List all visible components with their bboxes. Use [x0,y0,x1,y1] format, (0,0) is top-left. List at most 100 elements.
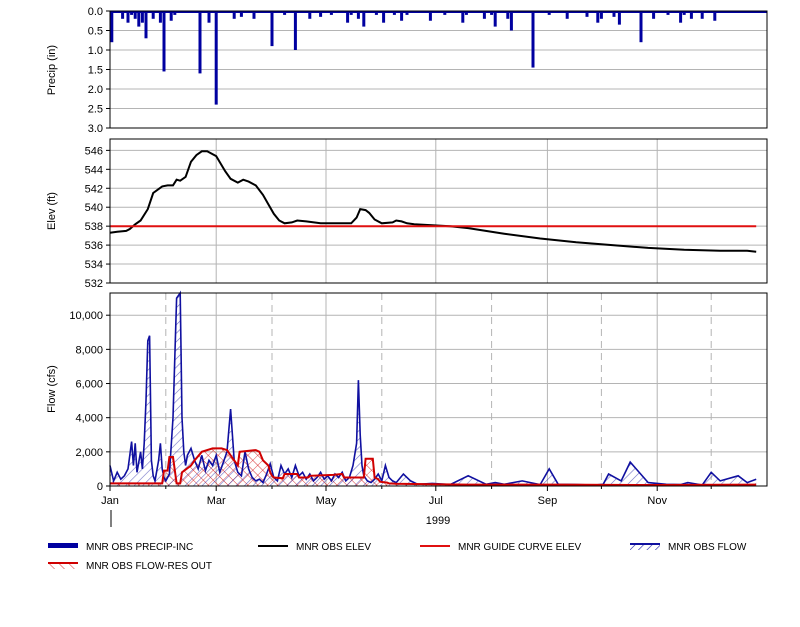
precip-bar [482,11,486,19]
precip-bar [599,11,603,19]
flow-tick-label: 2,000 [75,447,103,459]
elev-tick-label: 532 [85,278,103,290]
elev-tick-label: 534 [85,259,103,271]
elev-tick-label: 544 [85,164,103,176]
precip-bar [612,11,616,17]
precip-bar [356,11,360,19]
elev-gridlines [110,139,767,283]
elev-y-axis-label: Elev (ft) [46,192,58,230]
precip-bar [531,11,535,68]
elev-tick-label: 540 [85,202,103,214]
precip-bar [133,11,137,19]
precip-bar [565,11,569,19]
precip-tick-label: 0.5 [88,26,103,38]
precip-bar [270,11,274,47]
elev-yticks: 532 534 536 538 540 542 544 546 [85,145,110,290]
flow-yticks: 0 2,000 4,000 6,000 8,000 10,000 [69,310,110,493]
flow-tick-label: 8,000 [75,344,103,356]
precip-bar [400,11,404,21]
flow-xtick-label: Mar [207,495,226,507]
precip-tick-label: 2.0 [88,84,103,96]
precip-bar [682,11,686,15]
flow-series [109,290,757,487]
precip-bar [652,11,656,19]
precip-bar [126,11,130,23]
legend-label: MNR OBS PRECIP-INC [86,542,193,553]
precip-bar [585,11,589,17]
legend-label: MNR OBS FLOW-RES OUT [86,561,212,572]
precip-bar [207,11,211,23]
precip-bar [130,11,134,15]
flow-xtick-label: Sep [538,495,558,507]
flow-xtick-label: May [316,495,337,507]
elev-tick-label: 536 [85,240,103,252]
precip-tick-label: 2.5 [88,104,103,116]
precip-bar [151,11,155,19]
precip-bar [617,11,621,25]
elev-tick-label: 538 [85,221,103,233]
precip-bar [392,11,396,15]
precip-bar [329,11,333,15]
flow-xtick-label: Nov [647,495,667,507]
precip-bar [110,11,114,43]
precip-bar [700,11,704,19]
legend: MNR OBS PRECIP-INC MNR OBS ELEV MNR GUIDE … [48,542,747,572]
precip-yticks: 0.0 0.5 1.0 1.5 2.0 2.5 3.0 [88,6,110,135]
precip-bar [362,11,366,27]
flow-tick-label: 10,000 [69,310,103,322]
precip-bar [382,11,386,23]
precip-bar [461,11,465,23]
precip-bar [713,11,717,21]
precip-bar [239,11,243,17]
precip-panel: 0.0 0.5 1.0 1.5 2.0 2.5 3.0 Precip (in) [46,6,768,135]
flow-xtick-label: Jan [101,495,119,507]
precip-bar [493,11,497,27]
flow-xticks: Jan Mar May Jul Sep Nov [101,486,712,507]
legend-swatch-precip [48,543,78,548]
precip-bar [547,11,551,15]
precip-bar [137,11,141,27]
precip-bar [232,11,236,19]
precip-tick-label: 1.0 [88,45,103,57]
precip-bar [464,11,468,15]
precip-bar [405,11,409,15]
precip-bar [308,11,312,19]
precip-bar [596,11,600,23]
precip-bar [140,11,144,23]
precip-bar [214,11,218,105]
legend-item: MNR OBS FLOW-RES OUT [48,561,212,572]
precip-bar [121,11,125,19]
precip-bar [162,11,166,72]
flow-xtick-label: Jul [429,495,443,507]
precip-bar [679,11,683,23]
flow-panel: 0 2,000 4,000 6,000 8,000 10,000 Jan Mar May Jul… [46,290,768,527]
elev-tick-label: 542 [85,183,103,195]
precip-tick-label: 0.0 [88,6,103,18]
precip-bar [319,11,323,17]
precip-bar [428,11,432,21]
legend-item: MNR OBS FLOW [630,542,747,553]
precip-bar [169,11,173,21]
precip-bar [374,11,378,15]
flow-y-axis-label: Flow (cfs) [46,365,58,413]
legend-label: MNR OBS ELEV [296,542,371,553]
legend-label: MNR OBS FLOW [668,542,747,553]
precip-bar [252,11,256,19]
legend-item: MNR GUIDE CURVE ELEV [420,542,582,553]
precip-bar [490,11,494,15]
precip-tick-label: 1.5 [88,65,103,77]
precip-bar [293,11,297,50]
elev-panel: 532 534 536 538 540 542 544 546 Elev (ft) [46,138,768,290]
precip-bar [349,11,353,15]
flow-tick-label: 6,000 [75,379,103,391]
precip-bar [689,11,693,19]
hydrograph-chart: 0.0 0.5 1.0 1.5 2.0 2.5 3.0 Precip (in) 532 534… [46,6,768,572]
precip-y-axis-label: Precip (in) [46,45,58,95]
legend-item: MNR OBS ELEV [258,542,371,553]
legend-label: MNR GUIDE CURVE ELEV [458,542,582,553]
precip-bar [158,11,162,23]
flow-tick-label: 4,000 [75,413,103,425]
precip-bar [443,11,447,15]
precip-bar [144,11,148,39]
precip-bar [346,11,350,23]
